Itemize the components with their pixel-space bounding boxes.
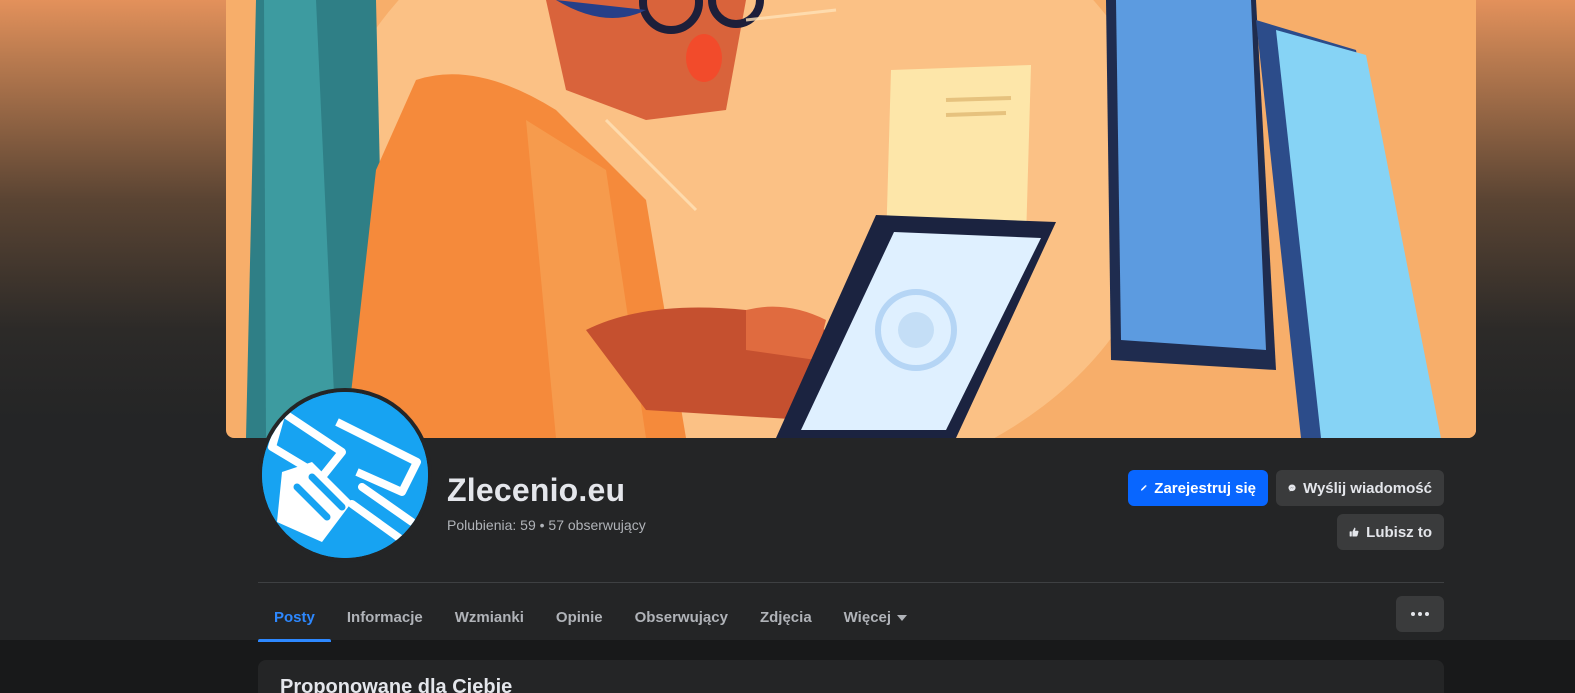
page-stats: Polubienia: 59 • 57 obserwujący	[447, 517, 646, 533]
tab-more[interactable]: Więcej	[828, 592, 923, 642]
thumbs-up-icon	[1349, 527, 1359, 537]
page-tabs: Posty Informacje Wzmianki Opinie Obserwu…	[258, 592, 923, 642]
cover-illustration	[226, 0, 1476, 438]
cover-photo[interactable]	[226, 0, 1476, 438]
page-title: Zlecenio.eu	[447, 472, 626, 508]
tab-photos[interactable]: Zdjęcia	[744, 592, 828, 642]
tab-label: Informacje	[346, 608, 423, 626]
suggestions-card: Proponowane dla Ciebie	[258, 660, 1444, 693]
ellipsis-icon	[1411, 612, 1415, 616]
messenger-icon	[1288, 484, 1296, 492]
tab-label: Obserwujący	[634, 608, 728, 626]
handshake-icon	[262, 392, 428, 558]
tab-reviews[interactable]: Opinie	[540, 592, 619, 642]
ellipsis-icon	[1425, 612, 1429, 616]
like-button[interactable]: Lubisz to	[1337, 514, 1444, 550]
pencil-icon	[1140, 484, 1147, 491]
like-button-label: Lubisz to	[1366, 523, 1432, 541]
tab-label: Opinie	[555, 608, 603, 626]
profile-avatar[interactable]	[258, 388, 432, 562]
more-options-button[interactable]	[1396, 596, 1444, 632]
tab-followers[interactable]: Obserwujący	[619, 592, 744, 642]
tab-mentions[interactable]: Wzmianki	[439, 592, 540, 642]
tab-label: Wzmianki	[454, 608, 524, 626]
send-message-label: Wyślij wiadomość	[1303, 479, 1432, 497]
handshake-logo	[262, 392, 428, 558]
caret-down-icon	[897, 615, 908, 621]
tab-label: Więcej	[843, 608, 892, 626]
header-divider	[258, 582, 1444, 583]
tab-about[interactable]: Informacje	[331, 592, 439, 642]
tab-label: Posty	[274, 608, 315, 626]
ellipsis-icon	[1418, 612, 1422, 616]
suggestions-title: Proponowane dla Ciebie	[280, 676, 513, 693]
send-message-button[interactable]: Wyślij wiadomość	[1276, 470, 1444, 506]
tab-label: Zdjęcia	[759, 608, 812, 626]
tab-posts[interactable]: Posty	[258, 592, 331, 642]
register-button[interactable]: Zarejestruj się	[1128, 470, 1268, 506]
register-button-label: Zarejestruj się	[1154, 479, 1256, 497]
